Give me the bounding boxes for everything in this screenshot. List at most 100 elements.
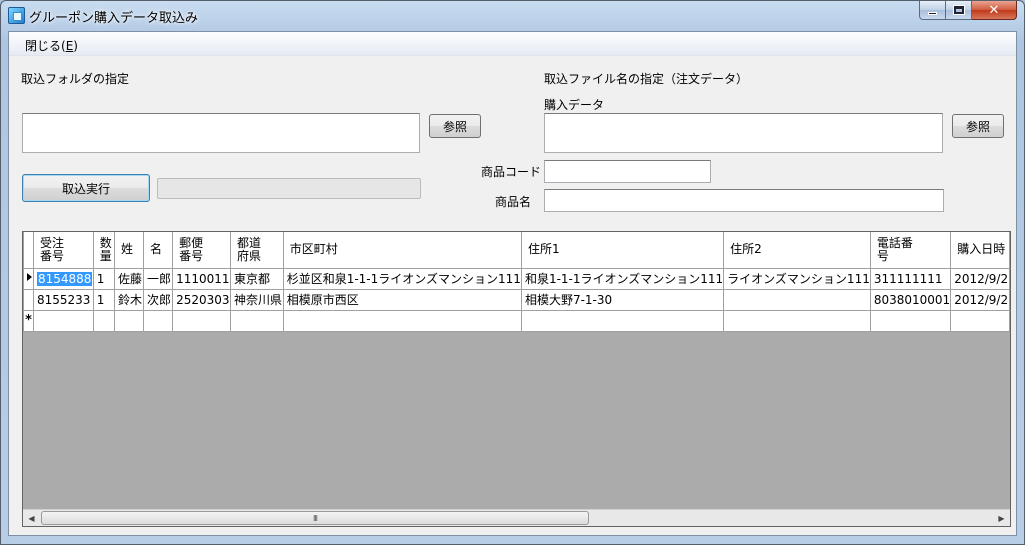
scroll-thumb[interactable]: III	[41, 511, 589, 525]
table-cell[interactable]: 相模原市西区	[282, 288, 522, 311]
table-cell[interactable]	[723, 309, 871, 332]
client-area: 閉じる(E) 取込フォルダの指定 参照 取込実行 取込ファイル名の指定（注文デー…	[8, 31, 1017, 536]
table-cell[interactable]: 一郎	[143, 267, 174, 290]
table-cell[interactable]: 8155233	[32, 288, 94, 311]
column-header-line: 市区町村	[289, 242, 338, 257]
scroll-right-icon[interactable]: ▶	[993, 510, 1010, 526]
table-cell[interactable]: 鈴木	[113, 288, 145, 311]
table-cell[interactable]: 和泉1-1-1ライオンズマンション111	[520, 267, 725, 290]
column-header-line: 姓	[120, 242, 133, 257]
table-row[interactable]: 8154888 1 佐藤 一郎 1110011 東京都 杉並区和泉1-1-1ライ…	[23, 267, 1010, 290]
table-cell[interactable]	[113, 309, 145, 332]
grid-header-row: 受注 番号 数量 姓 名 郵便 番号 都道 府県 市区町村 住所1 住所2 電話番号 …	[23, 232, 1010, 269]
column-header[interactable]: 住所2	[723, 232, 871, 269]
horizontal-scrollbar[interactable]: ◀ III ▶	[23, 509, 1010, 526]
title-bar[interactable]: グルーポン購入データ取込み ✕	[1, 1, 1024, 31]
column-header-line: 量	[99, 248, 112, 263]
table-cell[interactable]	[143, 309, 174, 332]
column-header-line: 電話番	[876, 235, 913, 250]
table-cell[interactable]	[92, 309, 115, 332]
column-header[interactable]: 数量	[92, 232, 115, 269]
column-header-line: 番号	[179, 248, 204, 263]
menu-close-label: 閉じる(	[25, 39, 66, 53]
table-row[interactable]: 8155233 1 鈴木 次郎 2520303 神奈川県 相模原市西区 相模大野…	[23, 288, 1010, 311]
table-cell[interactable]: 次郎	[143, 288, 174, 311]
caption-buttons: ✕	[919, 1, 1017, 21]
column-header-line: 購入日時	[957, 242, 1006, 257]
folder-browse-button[interactable]: 参照	[429, 114, 481, 138]
product-code-input[interactable]	[544, 160, 711, 183]
table-cell[interactable]: 1	[92, 267, 115, 290]
column-header[interactable]: 郵便 番号	[172, 232, 231, 269]
table-cell[interactable]	[282, 309, 522, 332]
window-title: グルーポン購入データ取込み	[29, 11, 199, 26]
scroll-left-icon[interactable]: ◀	[23, 510, 40, 526]
row-header[interactable]	[23, 288, 34, 311]
column-header-line: 受注	[39, 235, 64, 250]
maximize-icon	[952, 5, 965, 15]
table-cell[interactable]: 1	[92, 288, 115, 311]
menu-close[interactable]: 閉じる(E)	[25, 37, 78, 54]
import-progress-bar	[157, 178, 421, 199]
new-row-asterisk-icon: *	[25, 313, 32, 328]
table-cell[interactable]: 杉並区和泉1-1-1ライオンズマンション111	[282, 267, 522, 290]
import-execute-button[interactable]: 取込実行	[22, 174, 150, 202]
close-icon: ✕	[988, 2, 1000, 18]
column-header-line: 名	[150, 242, 163, 257]
table-cell[interactable]: 佐藤	[113, 267, 145, 290]
table-cell[interactable]: 相模大野7-1-30	[520, 288, 725, 311]
new-row[interactable]: *	[23, 309, 1010, 332]
table-cell[interactable]	[869, 309, 952, 332]
minimize-button[interactable]	[919, 1, 946, 20]
column-header[interactable]: 市区町村	[282, 232, 522, 269]
table-cell[interactable]	[950, 309, 1010, 332]
column-header[interactable]: 購入日時	[950, 232, 1010, 269]
product-code-label: 商品コード	[481, 165, 542, 179]
table-cell[interactable]	[723, 288, 871, 311]
column-header[interactable]: 電話番号	[869, 232, 952, 269]
table-cell[interactable]	[520, 309, 725, 332]
purchase-data-input[interactable]	[544, 113, 943, 153]
product-name-input[interactable]	[544, 189, 944, 212]
current-row-arrow-icon	[27, 273, 33, 281]
minimize-icon	[928, 11, 937, 15]
table-cell[interactable]: 2012/9/2	[950, 267, 1010, 290]
column-header[interactable]: 都道 府県	[229, 232, 284, 269]
column-header-line: 郵便	[179, 235, 204, 250]
table-cell[interactable]	[229, 309, 284, 332]
table-cell[interactable]: 1110011	[172, 267, 231, 290]
table-cell[interactable]: 8154888	[32, 267, 94, 290]
column-header-line: 都道	[236, 235, 261, 250]
purchase-data-grid[interactable]: 受注 番号 数量 姓 名 郵便 番号 都道 府県 市区町村 住所1 住所2 電話番号 …	[22, 231, 1011, 527]
close-window-button[interactable]: ✕	[972, 1, 1017, 20]
grid-table: 受注 番号 数量 姓 名 郵便 番号 都道 府県 市区町村 住所1 住所2 電話番号 …	[23, 232, 1010, 332]
table-cell[interactable]: 311111111	[869, 267, 952, 290]
purchase-data-label: 購入データ	[544, 98, 605, 112]
menu-close-tail: )	[73, 39, 78, 53]
table-cell[interactable]: 2012/9/2	[950, 288, 1010, 311]
column-header[interactable]: 姓	[113, 232, 145, 269]
table-cell[interactable]: 神奈川県	[229, 288, 284, 311]
table-cell[interactable]: 東京都	[229, 267, 284, 290]
row-header[interactable]	[23, 267, 34, 290]
column-header[interactable]: 住所1	[520, 232, 725, 269]
grid-corner-header[interactable]	[23, 232, 34, 269]
column-header[interactable]: 名	[143, 232, 174, 269]
table-cell[interactable]	[32, 309, 94, 332]
column-header[interactable]: 受注 番号	[32, 232, 94, 269]
row-header[interactable]: *	[23, 309, 34, 332]
folder-label: 取込フォルダの指定	[21, 72, 130, 86]
column-header-line: 住所2	[730, 242, 762, 257]
table-cell[interactable]	[172, 309, 231, 332]
table-cell[interactable]: 8038010001	[869, 288, 952, 311]
column-header-line: 号	[876, 248, 889, 263]
column-header-line: 数	[99, 235, 112, 250]
table-cell[interactable]: ライオンズマンション111	[723, 267, 871, 290]
table-cell[interactable]: 2520303	[172, 288, 231, 311]
folder-path-input[interactable]	[22, 113, 420, 153]
product-name-label: 商品名	[495, 195, 532, 209]
app-icon[interactable]	[8, 7, 25, 24]
file-label: 取込ファイル名の指定（注文データ）	[544, 72, 749, 86]
file-browse-button[interactable]: 参照	[952, 114, 1004, 138]
maximize-button[interactable]	[946, 1, 972, 20]
